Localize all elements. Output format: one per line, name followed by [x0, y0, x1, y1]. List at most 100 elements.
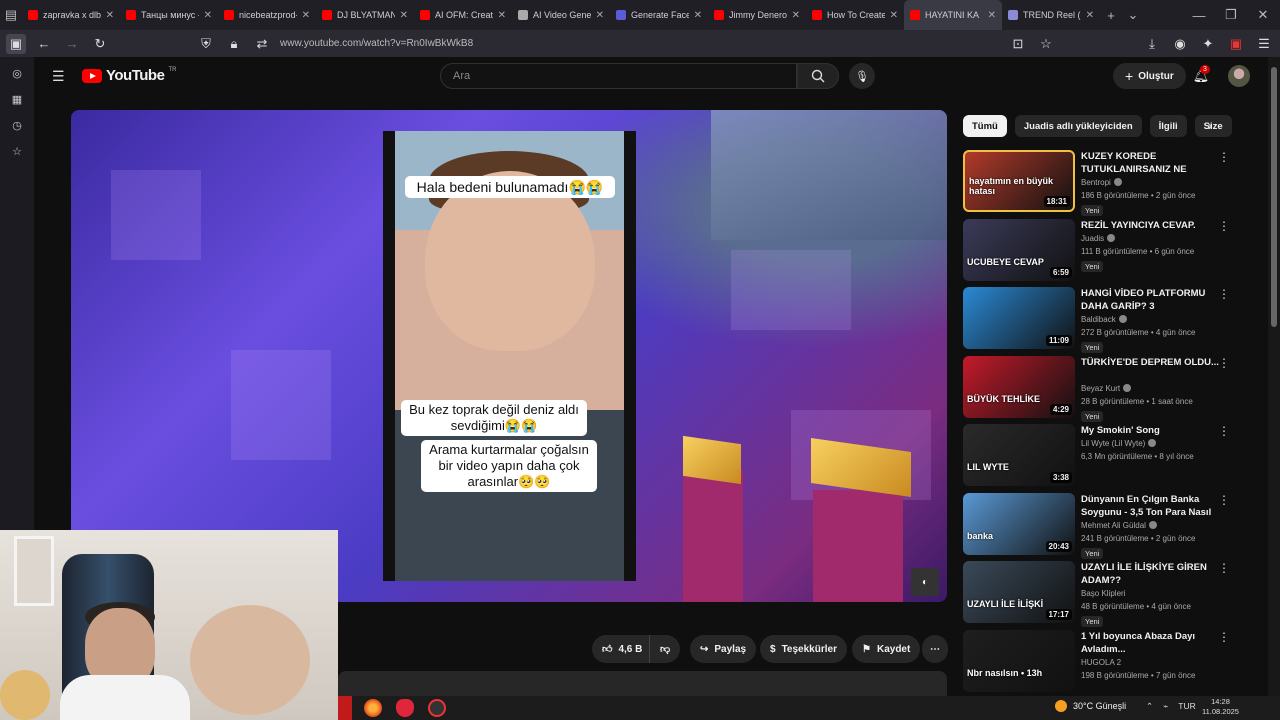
tab-close-icon[interactable]: ✕	[792, 10, 800, 21]
tab-list-icon[interactable]: ▤	[0, 4, 22, 26]
extensions-icon[interactable]: ✦	[1198, 34, 1218, 54]
tab-close-icon[interactable]: ✕	[498, 10, 506, 21]
video-title[interactable]: TÜRKİYE'DE DEPREM OLDU...	[1081, 356, 1221, 369]
video-title[interactable]: REZİL YAYINCIYA CEVAP.	[1081, 219, 1221, 232]
minimize-button[interactable]: —	[1188, 4, 1210, 26]
close-window-button[interactable]: ✕	[1252, 4, 1274, 26]
channel-name[interactable]: Mehmet Ali Güldal	[1081, 520, 1157, 530]
channel-name[interactable]: Bentropi	[1081, 178, 1122, 187]
tab-close-icon[interactable]: ✕	[204, 10, 212, 21]
browser-tab[interactable]: AI OFM: Create a ✕	[414, 0, 512, 30]
related-video-item[interactable]: BÜYÜK TEHLİKE 4:29 TÜRKİYE'DE DEPREM OLDU.…	[963, 355, 1233, 422]
tray-chevron-icon[interactable]: ⌃	[1146, 701, 1153, 712]
related-video-item[interactable]: UCUBEYE CEVAP 6:59 REZİL YAYINCIYA CEVAP. J…	[963, 218, 1233, 283]
video-thumbnail[interactable]: banka 20:43	[963, 492, 1075, 555]
channel-watermark[interactable]: ◐	[911, 568, 939, 596]
video-title[interactable]: KUZEY KOREDE TUTUKLANIRSANIZ NE OLUR?	[1081, 150, 1221, 178]
page-scrollbar[interactable]	[1268, 57, 1280, 696]
related-video-item[interactable]: 11:09 HANGİ VİDEO PLATFORMU DAHA GARİP? 3…	[963, 287, 1233, 353]
forward-button[interactable]: →	[62, 34, 82, 54]
video-title[interactable]: My Smokin' Song	[1081, 424, 1221, 437]
tab-close-icon[interactable]: ✕	[694, 10, 702, 21]
filter-chip[interactable]: Size	[1194, 115, 1232, 137]
tab-close-icon[interactable]: ✕	[988, 10, 996, 21]
tab-close-icon[interactable]: ✕	[106, 10, 114, 21]
browser-tab[interactable]: AI Video Generat ✕	[512, 0, 610, 30]
weather-widget[interactable]: 30°C Güneşli	[1055, 700, 1126, 712]
related-video-item[interactable]: banka 20:43 Dünyanın En Çılgın Banka Soygu…	[963, 492, 1233, 559]
firefox-icon[interactable]	[364, 699, 382, 717]
save-button[interactable]: ⚑ Kaydet	[852, 635, 921, 663]
tab-close-icon[interactable]: ✕	[1086, 10, 1094, 21]
reader-mode-icon[interactable]: ⊡	[1008, 34, 1028, 54]
related-video-item[interactable]: LIL WYTE 3:38 My Smokin' Song Lil Wyte (Lil…	[963, 424, 1233, 488]
bookmarks-icon[interactable]: ☆	[9, 143, 25, 159]
browser-tab[interactable]: zapravka x dlb - ✕	[22, 0, 120, 30]
filter-chip[interactable]: İlgili	[1149, 115, 1187, 137]
filter-chip[interactable]: Juadis adlı yükleyiciden	[1014, 115, 1142, 137]
browser-tab[interactable]: HAYATINI KA ✕	[904, 0, 1002, 30]
url-field[interactable]: www.youtube.com/watch?v=Rn0IwBkWkB8	[280, 38, 473, 49]
browser-tab[interactable]: How To Create R ✕	[806, 0, 904, 30]
youtube-logo[interactable]: YouTube TR	[82, 67, 176, 84]
like-button[interactable]: 👍︎ 4,6 B	[592, 635, 653, 663]
search-button[interactable]	[797, 63, 839, 89]
permissions-icon[interactable]: ⇄	[252, 34, 272, 54]
tab-close-icon[interactable]: ✕	[302, 10, 310, 21]
thanks-button[interactable]: $ Teşekkürler	[760, 635, 847, 663]
hamburger-menu-icon[interactable]: ☰	[52, 68, 65, 85]
channel-name[interactable]: Beyaz Kurt	[1081, 383, 1132, 393]
channel-name[interactable]: Juadis	[1081, 233, 1116, 243]
more-options-icon[interactable]: ⋮	[1218, 561, 1230, 575]
related-video-item[interactable]: Nbr nasılsın • 13h 1 Yıl boyunca Abaza Da…	[963, 629, 1233, 694]
reload-button[interactable]: ↻	[90, 34, 110, 54]
downloads-icon[interactable]: ⤓	[1142, 34, 1162, 54]
clock[interactable]: 14:28 11.08.2025	[1202, 697, 1239, 717]
channel-name[interactable]: Baldiback	[1081, 315, 1127, 324]
browser-tab[interactable]: TREND Reel (Stra ✕	[1002, 0, 1100, 30]
browser-tab[interactable]: DJ BLYATMAN - ✕	[316, 0, 414, 30]
more-options-icon[interactable]: ⋮	[1218, 630, 1230, 644]
share-button[interactable]: ↪ Paylaş	[690, 635, 757, 663]
create-button[interactable]: + Oluştur	[1113, 63, 1186, 89]
browser-tab[interactable]: Jimmy Denero - ✕	[708, 0, 806, 30]
video-title[interactable]: UZAYLI İLE İLİŞKİYE GİREN ADAM??	[1081, 561, 1221, 587]
shield-icon[interactable]: ⛨	[196, 34, 216, 54]
video-thumbnail[interactable]: Nbr nasılsın • 13h	[963, 629, 1075, 692]
related-video-item[interactable]: UZAYLI İLE İLİŞKİ 17:17 UZAYLI İLE İLİŞKİY…	[963, 561, 1233, 627]
more-options-icon[interactable]: ⋮	[1218, 424, 1230, 438]
lock-icon[interactable]: 🔒︎	[224, 34, 244, 54]
more-options-icon[interactable]: ⋮	[1218, 150, 1230, 164]
voice-search-button[interactable]: 🎙︎	[849, 63, 875, 89]
related-video-item[interactable]: hayatımın en büyük hatası 18:31 KUZEY KORE…	[963, 150, 1233, 216]
tab-close-icon[interactable]: ✕	[400, 10, 408, 21]
network-icon[interactable]: ⌁	[1163, 701, 1168, 712]
maximize-button[interactable]: ❐	[1220, 4, 1242, 26]
more-options-icon[interactable]: ⋮	[1218, 356, 1230, 370]
tab-overflow-chevron-icon[interactable]: ⌄	[1122, 4, 1144, 26]
filter-chip[interactable]: Tümü	[963, 115, 1007, 137]
channel-name[interactable]: Lil Wyte (Lil Wyte)	[1081, 439, 1157, 448]
history-icon[interactable]: ◷	[9, 117, 25, 133]
app-pin-icon[interactable]	[396, 699, 414, 717]
obs-icon[interactable]	[428, 699, 446, 717]
browser-tab[interactable]: Generate Face | ✕	[610, 0, 708, 30]
synced-tabs-icon[interactable]: ▦	[9, 91, 25, 107]
ai-chat-icon[interactable]: ◎	[9, 65, 25, 81]
extension-badge-icon[interactable]: ▣	[1226, 34, 1246, 54]
video-thumbnail[interactable]: LIL WYTE 3:38	[963, 424, 1075, 486]
video-thumbnail[interactable]: 11:09	[963, 287, 1075, 349]
menu-icon[interactable]: ☰	[1254, 34, 1274, 54]
channel-name[interactable]: HUGOLA 2	[1081, 658, 1121, 667]
back-button[interactable]: ←	[34, 34, 54, 54]
tab-close-icon[interactable]: ✕	[890, 10, 898, 21]
browser-tab[interactable]: Танцы минус - Г ✕	[120, 0, 218, 30]
video-title[interactable]: HANGİ VİDEO PLATFORMU DAHA GARİP? 3	[1081, 287, 1221, 313]
language-indicator[interactable]: TUR	[1178, 701, 1195, 712]
more-actions-button[interactable]: ⋯	[922, 635, 948, 663]
bookmark-star-icon[interactable]: ☆	[1036, 34, 1056, 54]
video-thumbnail[interactable]: UZAYLI İLE İLİŞKİ 17:17	[963, 561, 1075, 623]
browser-tab[interactable]: nicebeatzprod-n ✕	[218, 0, 316, 30]
video-thumbnail[interactable]: hayatımın en büyük hatası 18:31	[963, 150, 1075, 212]
account-icon[interactable]: ◉	[1170, 34, 1190, 54]
